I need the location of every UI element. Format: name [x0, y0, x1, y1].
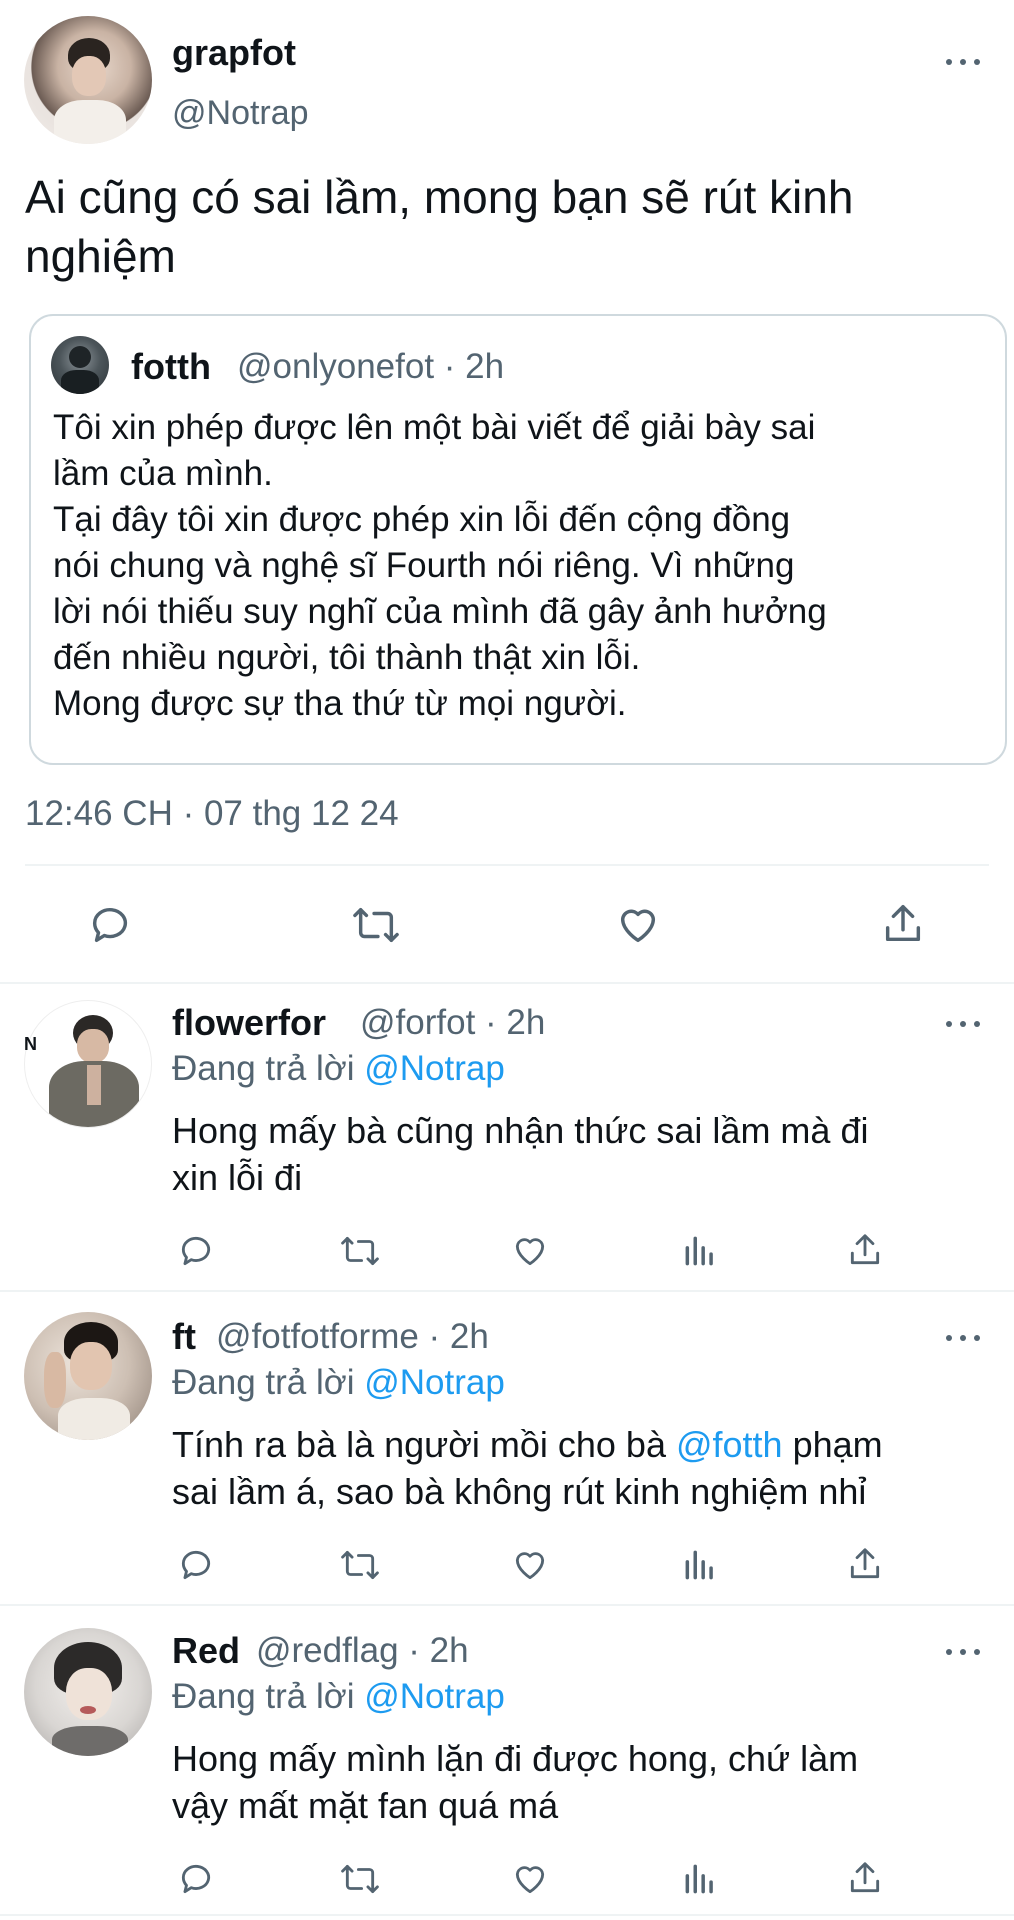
- share-icon[interactable]: [846, 1544, 884, 1584]
- replying-to: Đang trả lời @Notrap: [172, 1049, 505, 1089]
- quoted-text-line: Mong được sự tha thứ từ mọi người.: [53, 684, 627, 723]
- share-icon[interactable]: [846, 1230, 884, 1270]
- reply-avatar[interactable]: [24, 1628, 152, 1756]
- views-icon[interactable]: [680, 1546, 720, 1584]
- divider: [0, 1290, 1014, 1292]
- retweet-icon[interactable]: [338, 1546, 382, 1584]
- more-icon[interactable]: [946, 1330, 980, 1344]
- replying-mention[interactable]: @Notrap: [364, 1049, 505, 1088]
- replying-mention[interactable]: @Notrap: [364, 1363, 505, 1402]
- divider: [25, 864, 989, 866]
- reply-text-line: Tính ra bà là người mồi cho bà @fotth ph…: [172, 1424, 883, 1466]
- retweet-icon[interactable]: [338, 1860, 382, 1898]
- reply-icon[interactable]: [176, 1546, 216, 1584]
- reply-author-name[interactable]: Red: [172, 1630, 240, 1672]
- replying-mention[interactable]: @Notrap: [364, 1677, 505, 1716]
- quoted-text-line: nói chung và nghệ sĩ Fourth nói riêng. V…: [53, 546, 795, 585]
- share-icon[interactable]: [880, 900, 926, 948]
- main-author-name[interactable]: grapfot: [172, 32, 296, 74]
- replying-prefix: Đang trả lời: [172, 1049, 355, 1088]
- reply-text-line: vậy mất mặt fan quá má: [172, 1785, 559, 1826]
- views-icon[interactable]: [680, 1860, 720, 1898]
- avatar-badge: N: [24, 1034, 37, 1054]
- like-icon[interactable]: [510, 1232, 550, 1270]
- like-icon[interactable]: [510, 1546, 550, 1584]
- quoted-handle-time: @onlyonefot · 2h: [237, 347, 505, 386]
- quoted-author-name: fotth: [131, 346, 211, 387]
- divider: [0, 1914, 1014, 1916]
- main-tweet-text-line2: nghiệm: [25, 230, 176, 282]
- quoted-author-avatar: [51, 336, 109, 394]
- retweet-icon[interactable]: [350, 902, 402, 948]
- views-icon[interactable]: [680, 1232, 720, 1270]
- reply-icon[interactable]: [176, 1860, 216, 1898]
- share-icon[interactable]: [846, 1858, 884, 1898]
- like-icon[interactable]: [614, 902, 662, 948]
- retweet-icon[interactable]: [338, 1232, 382, 1270]
- quoted-text-line: lầm của mình.: [53, 454, 273, 493]
- quoted-text-line: lời nói thiếu suy nghĩ của mình đã gây ả…: [53, 592, 827, 631]
- reply-avatar[interactable]: [24, 1312, 152, 1440]
- reply-icon[interactable]: [176, 1232, 216, 1270]
- reply-text-segment: phạm: [782, 1424, 883, 1465]
- like-icon[interactable]: [510, 1860, 550, 1898]
- replying-prefix: Đang trả lời: [172, 1677, 355, 1716]
- reply-avatar[interactable]: [24, 1000, 152, 1128]
- tweet-timestamp[interactable]: 12:46 CH · 07 thg 12 24: [25, 794, 399, 834]
- divider: [0, 982, 1014, 984]
- main-tweet-text-line1: Ai cũng có sai lầm, mong bạn sẽ rút kinh: [25, 171, 854, 223]
- reply-text-line: Hong mấy bà cũng nhận thức sai lầm mà đi: [172, 1110, 869, 1151]
- reply-handle-time[interactable]: @fotfotforme · 2h: [216, 1317, 489, 1357]
- divider: [0, 1604, 1014, 1606]
- more-icon[interactable]: [946, 1016, 980, 1030]
- replying-to: Đang trả lời @Notrap: [172, 1677, 505, 1717]
- main-author-avatar[interactable]: [24, 16, 152, 144]
- more-icon[interactable]: [946, 1644, 980, 1658]
- quoted-text-line: đến nhiều người, tôi thành thật xin lỗi.: [53, 638, 641, 677]
- reply-icon[interactable]: [86, 902, 134, 948]
- reply-text-line: xin lỗi đi: [172, 1157, 303, 1198]
- reply-text-line: Hong mấy mình lặn đi được hong, chứ làm: [172, 1738, 859, 1779]
- quoted-text-line: Tại đây tôi xin được phép xin lỗi đến cộ…: [53, 500, 791, 539]
- quoted-text-line: Tôi xin phép được lên một bài viết để gi…: [53, 408, 816, 447]
- reply-handle-time[interactable]: @redflag · 2h: [256, 1631, 469, 1671]
- main-author-handle[interactable]: @Notrap: [172, 94, 309, 133]
- reply-author-name[interactable]: ft: [172, 1316, 196, 1358]
- reply-text-segment: Tính ra bà là người mồi cho bà: [172, 1424, 676, 1465]
- more-icon[interactable]: [946, 54, 980, 68]
- reply-text-line: sai lầm á, sao bà không rút kinh nghiệm …: [172, 1471, 867, 1512]
- mention-link[interactable]: @fotth: [676, 1424, 783, 1465]
- reply-author-name[interactable]: flowerfor: [172, 1002, 326, 1044]
- reply-handle-time[interactable]: @forfot · 2h: [360, 1003, 545, 1043]
- replying-prefix: Đang trả lời: [172, 1363, 355, 1402]
- replying-to: Đang trả lời @Notrap: [172, 1363, 505, 1403]
- quoted-tweet-card[interactable]: fotth @onlyonefot · 2h Tôi xin phép được…: [29, 314, 1007, 765]
